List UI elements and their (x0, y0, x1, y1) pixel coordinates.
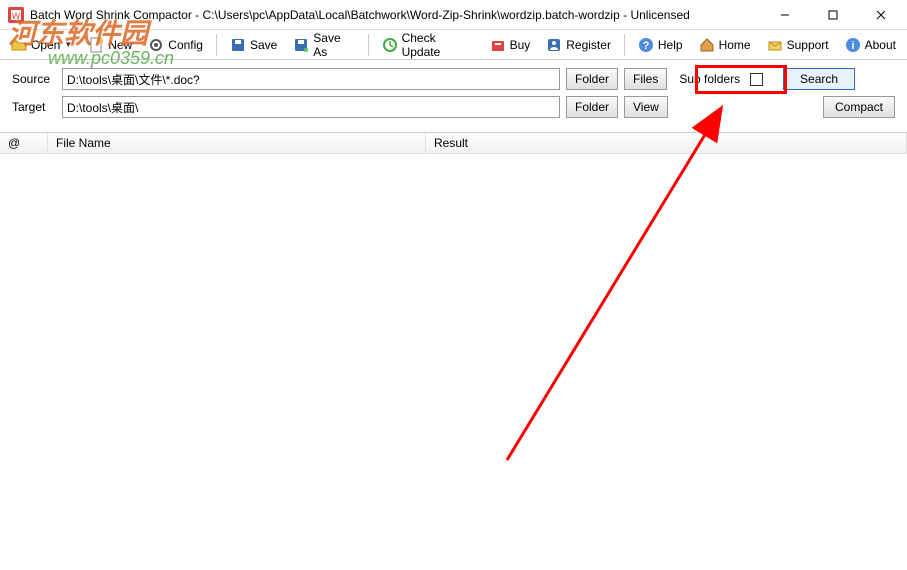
app-icon: W (8, 7, 24, 23)
support-label: Support (787, 38, 829, 52)
new-label: New (108, 38, 132, 52)
view-button[interactable]: View (624, 96, 668, 118)
source-label: Source (12, 72, 56, 86)
separator (624, 34, 625, 56)
buy-button[interactable]: Buy (483, 34, 538, 56)
maximize-button[interactable] (819, 5, 847, 25)
files-button[interactable]: Files (624, 68, 667, 90)
home-icon (699, 37, 715, 53)
register-button[interactable]: Register (539, 34, 618, 56)
support-button[interactable]: Support (760, 34, 836, 56)
open-label: Open (31, 38, 60, 52)
help-button[interactable]: ? Help (631, 34, 690, 56)
search-button[interactable]: Search (783, 68, 855, 90)
source-folder-button[interactable]: Folder (566, 68, 618, 90)
col-at[interactable]: @ (0, 133, 48, 153)
saveas-icon (293, 37, 309, 53)
save-icon (230, 37, 246, 53)
save-button[interactable]: Save (223, 34, 284, 56)
col-filename[interactable]: File Name (48, 133, 426, 153)
separator (368, 34, 369, 56)
separator (216, 34, 217, 56)
target-label: Target (12, 100, 56, 114)
source-input[interactable] (62, 68, 560, 90)
open-button[interactable]: Open ▼ (4, 34, 79, 56)
cart-icon (490, 37, 506, 53)
compact-button[interactable]: Compact (823, 96, 895, 118)
config-button[interactable]: Config (141, 34, 210, 56)
chevron-down-icon: ▼ (64, 40, 72, 49)
form-area: Source Folder Files Sub folders Search T… (0, 60, 907, 132)
subfolders-checkbox[interactable] (750, 73, 763, 86)
saveas-label: Save As (313, 31, 354, 59)
minimize-button[interactable] (771, 5, 799, 25)
checkupdate-button[interactable]: Check Update (375, 28, 481, 62)
close-button[interactable] (867, 5, 895, 25)
window-title: Batch Word Shrink Compactor - C:\Users\p… (30, 8, 771, 22)
titlebar: W Batch Word Shrink Compactor - C:\Users… (0, 0, 907, 30)
home-button[interactable]: Home (692, 34, 758, 56)
source-row: Source Folder Files Sub folders Search (12, 68, 895, 90)
help-icon: ? (638, 37, 654, 53)
saveas-button[interactable]: Save As (286, 28, 361, 62)
toolbar: Open ▼ New Config Save Save As Check Upd… (0, 30, 907, 60)
col-result[interactable]: Result (426, 133, 907, 153)
new-doc-icon (88, 37, 104, 53)
buy-label: Buy (510, 38, 531, 52)
target-folder-button[interactable]: Folder (566, 96, 618, 118)
folder-open-icon (11, 37, 27, 53)
info-icon: i (845, 37, 861, 53)
update-icon (382, 37, 398, 53)
help-label: Help (658, 38, 683, 52)
target-row: Target Folder View Compact (12, 96, 895, 118)
svg-text:W: W (12, 11, 21, 21)
save-label: Save (250, 38, 277, 52)
table-header: @ File Name Result (0, 132, 907, 154)
register-icon (546, 37, 562, 53)
svg-text:i: i (851, 40, 854, 52)
checkupdate-label: Check Update (402, 31, 474, 59)
about-label: About (865, 38, 896, 52)
gear-icon (148, 37, 164, 53)
register-label: Register (566, 38, 611, 52)
home-label: Home (719, 38, 751, 52)
support-icon (767, 37, 783, 53)
target-input[interactable] (62, 96, 560, 118)
svg-text:?: ? (643, 40, 650, 52)
config-label: Config (168, 38, 203, 52)
new-button[interactable]: New (81, 34, 139, 56)
window-controls (771, 5, 895, 25)
about-button[interactable]: i About (838, 34, 903, 56)
subfolders-label: Sub folders (679, 72, 740, 86)
